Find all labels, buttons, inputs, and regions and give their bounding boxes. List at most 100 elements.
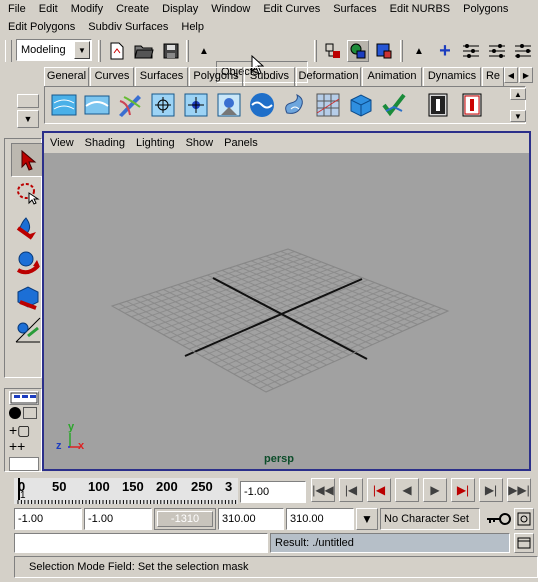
start-time-field[interactable]: -1.00 [14, 508, 82, 530]
range-end-field[interactable]: 310.00 [218, 508, 284, 530]
tab-general[interactable]: General [44, 67, 89, 86]
new-scene-icon[interactable] [106, 40, 128, 62]
viewport-menu-shading[interactable]: Shading [85, 137, 125, 149]
play-backwards-icon[interactable]: ◀ [395, 478, 419, 502]
tab-dynamics[interactable]: Dynamics [423, 67, 481, 86]
time-slider[interactable]: 0 50 100 150 200 250 3 1 [14, 478, 238, 504]
range-start-field[interactable]: -1.00 [84, 508, 152, 530]
shelf-tab-toggle[interactable] [17, 94, 39, 108]
menu-set-dropdown[interactable]: Modeling ▼ [16, 39, 92, 61]
reference-icon[interactable] [181, 90, 211, 120]
frame-icon[interactable] [423, 90, 453, 120]
menu-create[interactable]: Create [116, 3, 149, 15]
ocean-icon[interactable] [247, 90, 277, 120]
open-scene-icon[interactable] [133, 40, 155, 62]
select-tool-icon[interactable] [11, 143, 45, 177]
tab-rendering[interactable]: Re [482, 67, 504, 86]
tab-scroll-left-icon[interactable]: ◀ [504, 67, 518, 83]
select-by-object-type-icon[interactable] [347, 40, 369, 62]
plus-icon[interactable]: + [434, 40, 456, 62]
step-forward-frame-icon[interactable]: ▶| [479, 478, 503, 502]
fluid-icon[interactable] [280, 90, 310, 120]
go-to-start-icon[interactable]: |◀◀ [311, 478, 335, 502]
command-line-input[interactable] [14, 533, 268, 553]
range-slider[interactable]: -1310 [154, 508, 216, 530]
step-back-key-icon[interactable]: |◀ [367, 478, 391, 502]
surface-icon[interactable] [82, 90, 112, 120]
axis-y-label: y [68, 421, 75, 433]
current-time-field[interactable]: -1.00 [240, 481, 306, 503]
scroll-up-icon[interactable]: ▲ [510, 88, 526, 100]
paint-effects-icon[interactable] [115, 90, 145, 120]
viewport-menu-view[interactable]: View [50, 137, 74, 149]
cube-icon[interactable] [346, 90, 376, 120]
menu-edit-polygons[interactable]: Edit Polygons [8, 21, 75, 33]
save-scene-icon[interactable] [160, 40, 182, 62]
tab-polygons[interactable]: Polygons [189, 67, 243, 86]
grid-icon[interactable] [313, 90, 343, 120]
render-icon[interactable] [214, 90, 244, 120]
step-back-frame-icon[interactable]: |◀ [339, 478, 363, 502]
tab-curves[interactable]: Curves [90, 67, 134, 86]
tab-scroll-right-icon[interactable]: ▶ [519, 67, 533, 83]
menu-modify[interactable]: Modify [71, 3, 103, 15]
script-editor-icon[interactable] [514, 533, 534, 553]
viewport-menu-panels[interactable]: Panels [224, 137, 258, 149]
collapse-arrows-icon-2[interactable]: ▲ [408, 40, 430, 62]
auto-key-icon[interactable] [484, 508, 512, 530]
scroll-down-icon[interactable]: ▼ [510, 110, 526, 122]
shelf-tabs: General Curves Surfaces Polygons Subdivs… [44, 67, 538, 86]
menu-polygons[interactable]: Polygons [463, 3, 508, 15]
frame-icon-2[interactable] [457, 90, 487, 120]
scale-tool-icon[interactable] [11, 279, 45, 313]
lasso-tool-icon[interactable] [11, 177, 45, 211]
pick-mask-icon-3[interactable] [512, 40, 534, 62]
go-to-end-icon[interactable]: ▶▶| [507, 478, 531, 502]
menu-file[interactable]: File [8, 3, 26, 15]
menu-subdiv-surfaces[interactable]: Subdiv Surfaces [88, 21, 168, 33]
menu-surfaces[interactable]: Surfaces [333, 3, 376, 15]
pick-mask-icon-2[interactable] [486, 40, 508, 62]
character-set-field[interactable]: No Character Set [380, 508, 480, 530]
end-time-field[interactable]: 310.00 [286, 508, 354, 530]
chevron-down-icon[interactable]: ▼ [74, 41, 90, 59]
tab-surfaces[interactable]: Surfaces [135, 67, 188, 86]
four-view-layout-icon[interactable] [9, 407, 39, 421]
play-forwards-icon[interactable]: ▶ [423, 478, 447, 502]
menu-edit[interactable]: Edit [39, 3, 58, 15]
step-forward-key-icon[interactable]: ▶| [451, 478, 475, 502]
check-icon[interactable] [379, 90, 409, 120]
single-perspective-layout-icon[interactable] [9, 391, 39, 405]
select-by-component-type-icon[interactable] [373, 40, 395, 62]
menu-display[interactable]: Display [162, 3, 198, 15]
tab-deformation[interactable]: Deformation [296, 67, 361, 86]
range-slider-handle[interactable]: -1310 [157, 511, 213, 527]
nurbs-plane-icon[interactable] [49, 90, 79, 120]
script-editor-layout-icon[interactable] [9, 457, 39, 471]
menu-edit-curves[interactable]: Edit Curves [263, 3, 320, 15]
perspective-view[interactable]: y z x persp [44, 153, 529, 469]
shelf-scrollbar[interactable]: ▲ ▼ [510, 88, 526, 124]
help-line-text: Selection Mode Field: Set the selection … [29, 561, 249, 573]
menu-edit-nurbs[interactable]: Edit NURBS [390, 3, 451, 15]
status-line-grip[interactable] [5, 40, 12, 62]
shelf-menu-arrow-icon[interactable]: ▼ [17, 110, 39, 128]
viewport-menu-lighting[interactable]: Lighting [136, 137, 175, 149]
outliner-layout-icon[interactable]: +▢ [9, 423, 39, 439]
menu-window[interactable]: Window [211, 3, 250, 15]
tab-subdivs[interactable]: Subdivs [244, 67, 295, 86]
menu-help[interactable]: Help [181, 21, 204, 33]
move-tool-icon[interactable] [11, 211, 45, 245]
collapse-arrows-icon[interactable]: ▲ [193, 40, 215, 62]
viewport-menu-show[interactable]: Show [186, 137, 214, 149]
select-by-hierarchy-icon[interactable] [322, 40, 344, 62]
manipulator-tool-icon[interactable] [11, 313, 45, 347]
animation-preferences-icon[interactable] [514, 508, 534, 530]
create-icon[interactable] [148, 90, 178, 120]
pick-mask-icon[interactable] [460, 40, 482, 62]
character-set-dropdown-icon[interactable]: ▼ [356, 508, 378, 530]
separator [98, 40, 101, 62]
tab-animation[interactable]: Animation [362, 67, 422, 86]
graph-layout-icon[interactable]: ++ [9, 439, 39, 455]
rotate-tool-icon[interactable] [11, 245, 45, 279]
